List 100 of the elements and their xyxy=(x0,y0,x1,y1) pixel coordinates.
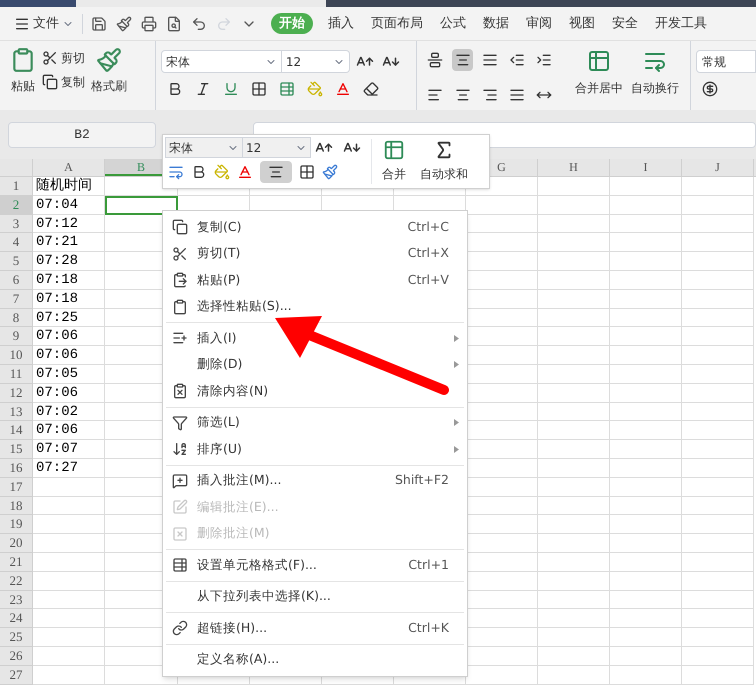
grid-cell[interactable] xyxy=(538,196,610,215)
grid-cell[interactable] xyxy=(466,590,538,610)
undo-icon[interactable] xyxy=(191,16,207,32)
grid-cell[interactable] xyxy=(682,252,754,271)
font-size-select[interactable]: 12 xyxy=(282,50,350,73)
grid-cell[interactable] xyxy=(466,609,538,628)
grid-cell[interactable] xyxy=(610,177,682,196)
row-header[interactable]: 16 xyxy=(0,458,33,478)
grid-cell[interactable] xyxy=(682,458,754,478)
menu-item[interactable]: 删除(D) xyxy=(163,352,467,378)
grid-cell[interactable] xyxy=(610,421,682,440)
grid-cell[interactable] xyxy=(538,572,610,591)
menu-item[interactable]: 排序(U) xyxy=(163,436,467,462)
number-format-select[interactable]: 常规 xyxy=(696,50,756,73)
grid-cell[interactable]: 07:07 xyxy=(33,440,105,459)
row-header[interactable]: 7 xyxy=(0,290,33,309)
ribbon-tab[interactable]: 视图 xyxy=(561,13,603,34)
grid-cell[interactable] xyxy=(682,666,754,685)
align-center-button[interactable] xyxy=(260,161,292,183)
grid-cell[interactable] xyxy=(466,515,538,534)
grid-cell[interactable] xyxy=(682,534,754,553)
menu-item[interactable]: 清除内容(N) xyxy=(163,378,467,404)
fill-color-icon[interactable] xyxy=(214,164,230,180)
grid-cell[interactable] xyxy=(682,308,754,328)
grid-cell[interactable]: 07:04 xyxy=(33,196,105,215)
menu-item[interactable]: 粘贴(P) Ctrl+V xyxy=(163,267,467,294)
wrap-icon[interactable] xyxy=(168,164,184,180)
grid-cell[interactable] xyxy=(682,364,754,384)
grid-cell[interactable] xyxy=(538,270,610,290)
grid-cell[interactable] xyxy=(610,496,682,516)
grid-cell[interactable] xyxy=(538,384,610,403)
grid-cell[interactable]: 07:21 xyxy=(33,233,105,252)
grid-cell[interactable] xyxy=(466,440,538,459)
paste-button[interactable]: 粘贴 xyxy=(10,47,36,110)
menu-item[interactable]: 定义名称(A)... xyxy=(163,646,467,673)
grid-cell[interactable] xyxy=(466,364,538,384)
fill-color-icon[interactable] xyxy=(306,81,323,97)
grid-cell[interactable] xyxy=(682,609,754,628)
grid-cell[interactable] xyxy=(538,421,610,440)
grid-cell[interactable] xyxy=(33,609,105,628)
row-header[interactable]: 27 xyxy=(0,666,33,685)
grid-cell[interactable] xyxy=(538,552,610,572)
grid-cell[interactable] xyxy=(33,646,105,666)
row-header[interactable]: 10 xyxy=(0,346,33,365)
print-icon[interactable] xyxy=(141,16,157,32)
grid-cell[interactable]: 07:18 xyxy=(33,270,105,290)
grid-cell[interactable] xyxy=(682,628,754,647)
grid-cell[interactable] xyxy=(466,421,538,440)
italic-icon[interactable] xyxy=(194,81,211,97)
grid-cell[interactable] xyxy=(466,384,538,403)
grid-cell[interactable] xyxy=(466,214,538,234)
name-box[interactable]: B2 xyxy=(8,122,156,148)
grid-cell[interactable] xyxy=(538,515,610,534)
grid-cell[interactable] xyxy=(682,327,754,346)
grid-cell[interactable] xyxy=(466,572,538,591)
row-header[interactable]: 14 xyxy=(0,421,33,440)
ribbon-tab[interactable]: 开发工具 xyxy=(647,13,715,34)
align-icon[interactable] xyxy=(427,86,444,102)
row-header[interactable]: 15 xyxy=(0,440,33,459)
menu-item[interactable]: 选择性粘贴(S)... xyxy=(163,294,467,320)
grid-cell[interactable] xyxy=(538,534,610,553)
ribbon-tab[interactable]: 公式 xyxy=(432,13,474,34)
grid-cell[interactable] xyxy=(610,214,682,234)
format-painter-button[interactable]: 格式刷 xyxy=(91,47,127,110)
grid-cell[interactable]: 07:18 xyxy=(33,290,105,309)
grid-cell[interactable] xyxy=(610,458,682,478)
grid-cell[interactable] xyxy=(466,290,538,309)
grid-cell[interactable]: 07:12 xyxy=(33,214,105,234)
grid-cell[interactable] xyxy=(538,308,610,328)
merge-button[interactable]: 合并 xyxy=(382,135,406,188)
eraser-icon[interactable] xyxy=(362,81,379,97)
row-header[interactable]: 26 xyxy=(0,646,33,666)
grid-cell[interactable] xyxy=(682,552,754,572)
grid-cell[interactable] xyxy=(610,270,682,290)
grid-cell[interactable] xyxy=(610,534,682,553)
grid-cell[interactable] xyxy=(33,478,105,497)
row-header[interactable]: 25 xyxy=(0,628,33,647)
menu-item[interactable]: 复制(C) Ctrl+C xyxy=(163,214,467,240)
grid-cell[interactable] xyxy=(682,384,754,403)
grid-cell[interactable] xyxy=(466,402,538,422)
grid-cell[interactable] xyxy=(610,327,682,346)
row-header[interactable]: 8 xyxy=(0,308,33,328)
grid-cell[interactable] xyxy=(466,458,538,478)
menu-item[interactable]: 从下拉列表中选择(K)... xyxy=(163,584,467,610)
grid-cell[interactable] xyxy=(538,628,610,647)
grid-cell[interactable] xyxy=(538,346,610,365)
grid-cell[interactable] xyxy=(610,290,682,309)
align-icon[interactable] xyxy=(482,86,498,102)
grid-cell[interactable] xyxy=(682,402,754,422)
grid-cell[interactable] xyxy=(682,440,754,459)
grid-cell[interactable] xyxy=(610,478,682,497)
grid-cell[interactable] xyxy=(682,496,754,516)
cell-style-icon[interactable] xyxy=(278,81,295,97)
row-header[interactable]: 24 xyxy=(0,609,33,628)
grid-cell[interactable] xyxy=(610,440,682,459)
grid-cell[interactable] xyxy=(538,177,610,196)
grid-cell[interactable] xyxy=(610,346,682,365)
row-header[interactable]: 21 xyxy=(0,552,33,572)
grid-cell[interactable] xyxy=(466,196,538,215)
menu-item[interactable]: 插入(I) xyxy=(163,325,467,352)
